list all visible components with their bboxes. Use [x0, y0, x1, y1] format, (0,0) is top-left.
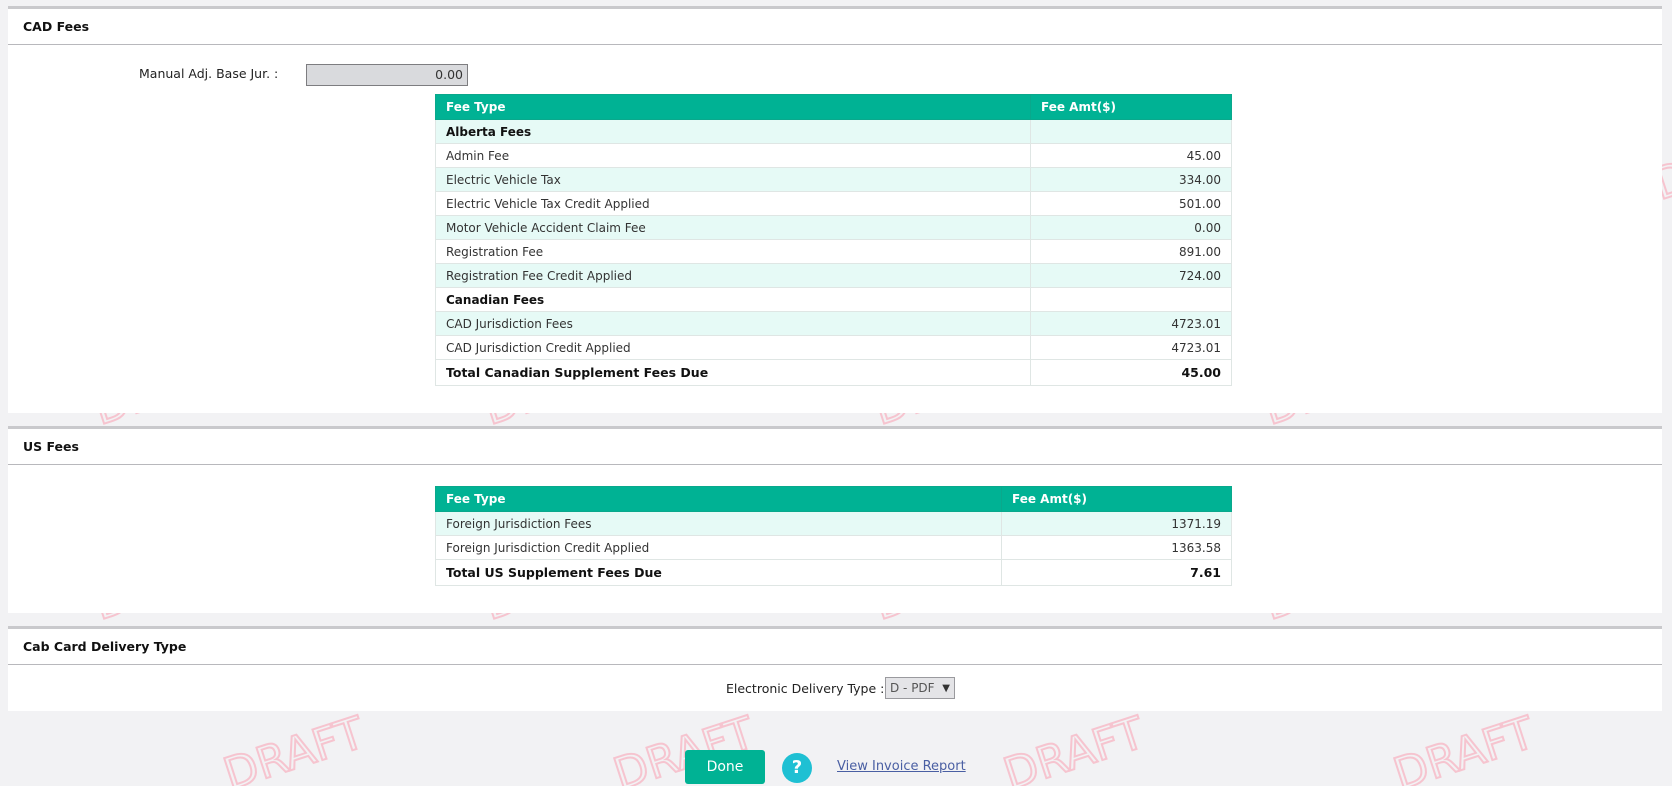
cad-fees-panel: CAD Fees Manual Adj. Base Jur. : 0.00 Fe… [8, 6, 1662, 413]
svg-text:DRAFT: DRAFT [998, 707, 1151, 786]
fee-type-cell: Registration Fee Credit Applied [435, 263, 1031, 288]
table-total-row: Total US Supplement Fees Due 7.61 [435, 559, 1232, 586]
cad-fees-title: CAD Fees [8, 9, 1662, 45]
table-total-row: Total Canadian Supplement Fees Due 45.00 [435, 359, 1232, 386]
fee-amt-cell [1030, 287, 1232, 312]
table-row: CAD Jurisdiction Fees 4723.01 [435, 311, 1232, 336]
us-fees-title: US Fees [8, 429, 1662, 465]
table-row: Canadian Fees [435, 287, 1232, 312]
cab-card-title: Cab Card Delivery Type [8, 629, 1662, 665]
help-icon[interactable]: ? [782, 753, 812, 783]
fee-type-cell: Foreign Jurisdiction Fees [435, 511, 1002, 536]
fee-type-cell: Total Canadian Supplement Fees Due [435, 359, 1031, 386]
fee-amt-header: Fee Amt($) [1001, 486, 1232, 512]
us-fees-panel: US Fees Fee Type Fee Amt($) Foreign Juri… [8, 426, 1662, 613]
fee-type-cell: Motor Vehicle Accident Claim Fee [435, 215, 1031, 240]
fee-type-header: Fee Type [435, 94, 1031, 120]
table-row: Registration Fee 891.00 [435, 239, 1232, 264]
fee-type-cell: Registration Fee [435, 239, 1031, 264]
fee-type-cell: Electric Vehicle Tax [435, 167, 1031, 192]
fee-amt-header: Fee Amt($) [1030, 94, 1232, 120]
fee-amt-cell [1030, 119, 1232, 144]
table-row: Foreign Jurisdiction Fees 1371.19 [435, 511, 1232, 536]
fee-type-cell: Canadian Fees [435, 287, 1031, 312]
fee-type-cell: Foreign Jurisdiction Credit Applied [435, 535, 1002, 560]
delivery-type-label: Electronic Delivery Type : [726, 681, 885, 696]
table-header-row: Fee Type Fee Amt($) [435, 94, 1232, 120]
table-row: Electric Vehicle Tax 334.00 [435, 167, 1232, 192]
chevron-down-icon: ▼ [942, 683, 950, 694]
fee-amt-cell: 334.00 [1030, 167, 1232, 192]
cad-fees-table: Fee Type Fee Amt($) Alberta Fees Admin F… [435, 94, 1232, 386]
delivery-type-select[interactable]: D - PDF ▼ [885, 677, 955, 699]
delivery-type-value: D - PDF [890, 681, 935, 695]
fee-type-cell: Alberta Fees [435, 119, 1031, 144]
fee-amt-cell: 1371.19 [1001, 511, 1232, 536]
svg-text:DRAFT: DRAFT [218, 707, 371, 786]
fee-amt-cell: 7.61 [1001, 559, 1232, 586]
fee-amt-cell: 501.00 [1030, 191, 1232, 216]
fee-amt-cell: 4723.01 [1030, 311, 1232, 336]
table-row: Admin Fee 45.00 [435, 143, 1232, 168]
fee-type-header: Fee Type [435, 486, 1002, 512]
manual-adj-input[interactable]: 0.00 [306, 64, 468, 86]
fee-type-cell: Electric Vehicle Tax Credit Applied [435, 191, 1031, 216]
svg-text:DRAFT: DRAFT [1388, 707, 1541, 786]
fee-type-cell: CAD Jurisdiction Fees [435, 311, 1031, 336]
fee-type-cell: Total US Supplement Fees Due [435, 559, 1002, 586]
fee-type-cell: CAD Jurisdiction Credit Applied [435, 335, 1031, 360]
done-button[interactable]: Done [685, 750, 765, 784]
fee-amt-cell: 45.00 [1030, 359, 1232, 386]
table-row: Motor Vehicle Accident Claim Fee 0.00 [435, 215, 1232, 240]
manual-adj-label: Manual Adj. Base Jur. : [139, 66, 279, 81]
fee-type-cell: Admin Fee [435, 143, 1031, 168]
cab-card-panel: Cab Card Delivery Type Electronic Delive… [8, 626, 1662, 711]
table-row: Registration Fee Credit Applied 724.00 [435, 263, 1232, 288]
table-row: CAD Jurisdiction Credit Applied 4723.01 [435, 335, 1232, 360]
fee-amt-cell: 1363.58 [1001, 535, 1232, 560]
table-header-row: Fee Type Fee Amt($) [435, 486, 1232, 512]
view-invoice-report-link[interactable]: View Invoice Report [837, 759, 966, 774]
fee-amt-cell: 45.00 [1030, 143, 1232, 168]
table-row: Alberta Fees [435, 119, 1232, 144]
table-row: Electric Vehicle Tax Credit Applied 501.… [435, 191, 1232, 216]
fee-amt-cell: 0.00 [1030, 215, 1232, 240]
fee-amt-cell: 891.00 [1030, 239, 1232, 264]
table-row: Foreign Jurisdiction Credit Applied 1363… [435, 535, 1232, 560]
fee-amt-cell: 4723.01 [1030, 335, 1232, 360]
fee-amt-cell: 724.00 [1030, 263, 1232, 288]
us-fees-table: Fee Type Fee Amt($) Foreign Jurisdiction… [435, 486, 1232, 586]
